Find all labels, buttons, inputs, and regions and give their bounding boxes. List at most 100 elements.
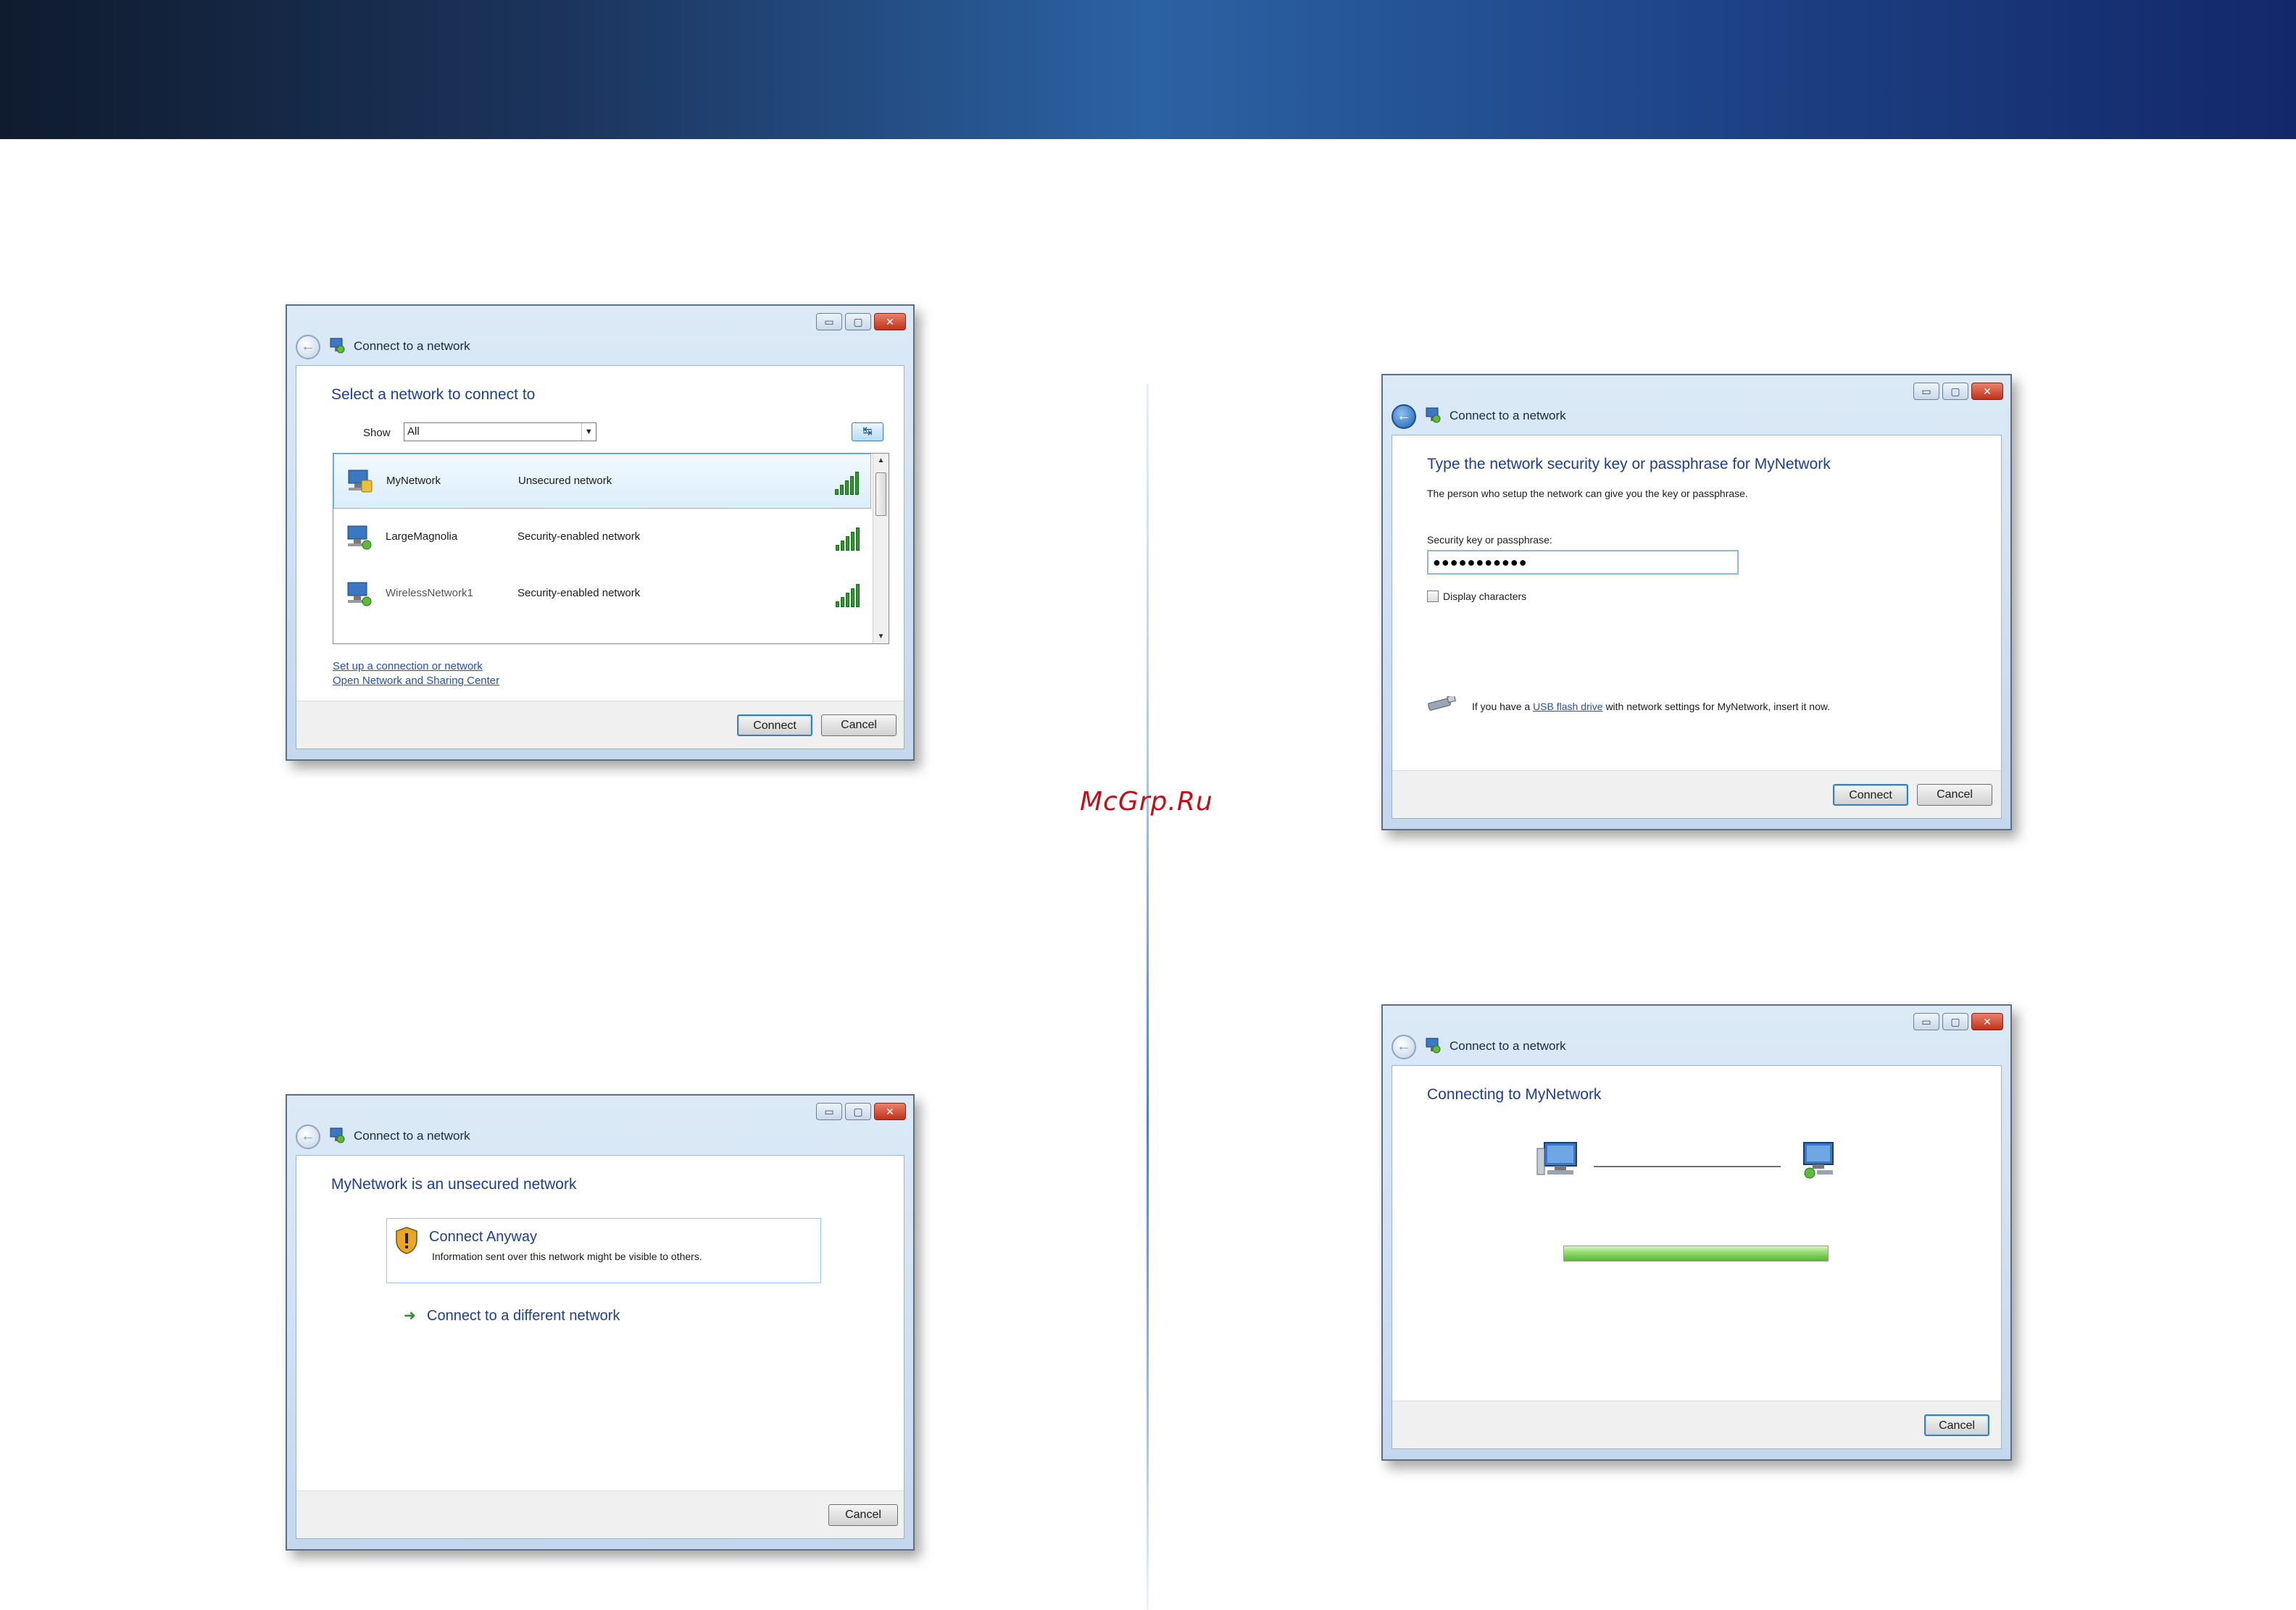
close-button[interactable]: ✕ (1971, 1013, 2003, 1030)
usb-text-before: If you have a (1472, 701, 1531, 712)
security-key-label: Security key or passphrase: (1427, 534, 1552, 546)
list-scrollbar[interactable]: ▲ ▼ (873, 454, 889, 643)
setup-connection-link[interactable]: Set up a connection or network (333, 660, 483, 672)
window-title: Connect to a network (354, 339, 470, 353)
instruction-text: The person who setup the network can giv… (1427, 488, 1748, 499)
top-banner (0, 0, 2296, 139)
list-item-network[interactable]: LargeMagnolia Security-enabled network (333, 510, 871, 565)
display-characters-checkbox[interactable] (1427, 591, 1439, 602)
window-client-area: Select a network to connect to Show All … (296, 365, 904, 749)
page-heading: Connecting to MyNetwork (1427, 1086, 1602, 1103)
network-connection-icon (348, 470, 373, 493)
minimize-button[interactable]: ▭ (816, 1103, 842, 1120)
back-arrow-icon[interactable]: ← (1392, 1035, 1416, 1059)
title-bar: ▭ ▢ ✕ ← Connect to a network (287, 1096, 913, 1155)
close-button[interactable]: ✕ (874, 1103, 906, 1120)
caption-buttons: ▭ ▢ ✕ (1913, 1013, 2003, 1030)
caption-buttons: ▭ ▢ ✕ (1913, 383, 2003, 400)
network-name: WirelessNetwork1 (386, 587, 473, 599)
network-security: Unsecured network (518, 475, 612, 487)
maximize-button[interactable]: ▢ (845, 313, 871, 330)
show-label: Show (363, 427, 391, 439)
title-bar: ▭ ▢ ✕ ← Connect to a network (1383, 1006, 2010, 1065)
show-dropdown-value: All (407, 425, 420, 438)
page-heading: MyNetwork is an unsecured network (331, 1176, 577, 1193)
cancel-button[interactable]: Cancel (828, 1504, 898, 1526)
cancel-button[interactable]: Cancel (1917, 784, 1992, 806)
page-heading: Select a network to connect to (331, 386, 536, 403)
network-name: LargeMagnolia (386, 530, 458, 543)
dialog-footer: Cancel (1392, 1401, 2001, 1448)
cancel-button[interactable]: Cancel (1924, 1414, 1989, 1436)
security-key-field[interactable]: ●●●●●●●●●●● (1427, 550, 1739, 575)
network-icon (1426, 1038, 1441, 1054)
cancel-button[interactable]: Cancel (821, 714, 897, 736)
network-icon (1426, 407, 1441, 423)
chevron-down-icon[interactable]: ▼ (581, 423, 596, 441)
connect-button[interactable]: Connect (737, 714, 812, 736)
security-shield-icon (396, 1227, 417, 1254)
close-button[interactable]: ✕ (1971, 383, 2003, 400)
title-bar: ▭ ▢ ✕ ← Connect to a network (1383, 375, 2010, 435)
network-connection-icon (347, 582, 372, 606)
back-arrow-icon[interactable]: ← (1392, 404, 1416, 429)
scroll-down-icon[interactable]: ▼ (873, 633, 889, 641)
list-item-network[interactable]: MyNetwork Unsecured network (333, 454, 871, 509)
connection-progress-bar (1563, 1246, 1829, 1261)
security-key-window: ▭ ▢ ✕ ← Connect to a network Type the ne… (1381, 374, 2012, 830)
network-connection-icon (1803, 1142, 1834, 1179)
usb-instruction: If you have a USB flash drive with netwo… (1472, 701, 1830, 712)
network-sharing-center-link[interactable]: Open Network and Sharing Center (333, 675, 499, 687)
minimize-button[interactable]: ▭ (816, 313, 842, 330)
minimize-button[interactable]: ▭ (1913, 383, 1939, 400)
connection-line (1594, 1166, 1781, 1167)
network-name: MyNetwork (386, 475, 441, 487)
connect-anyway-option[interactable]: Connect Anyway Information sent over thi… (386, 1218, 821, 1283)
connecting-window: ▭ ▢ ✕ ← Connect to a network Connecting … (1381, 1004, 2012, 1461)
dialog-footer: Connect Cancel (296, 701, 904, 748)
connect-anyway-title: Connect Anyway (429, 1229, 537, 1245)
window-title: Connect to a network (1449, 409, 1566, 422)
close-button[interactable]: ✕ (874, 313, 906, 330)
network-icon (330, 338, 345, 354)
connect-anyway-description: Information sent over this network might… (432, 1251, 702, 1262)
page-heading: Type the network security key or passphr… (1427, 456, 1831, 472)
connect-different-network-link[interactable]: Connect to a different network (427, 1308, 620, 1325)
scrollbar-thumb[interactable] (875, 472, 886, 516)
display-characters-label[interactable]: Display characters (1443, 591, 1526, 602)
connect-button[interactable]: Connect (1833, 784, 1908, 806)
window-client-area: Connecting to MyNetwork Cancel (1392, 1065, 2002, 1449)
usb-drive-icon (1428, 696, 1457, 711)
column-divider (1147, 384, 1149, 1610)
network-security: Security-enabled network (517, 587, 641, 599)
signal-strength-icon (835, 467, 859, 495)
dialog-footer: Connect Cancel (1392, 770, 2001, 818)
maximize-button[interactable]: ▢ (1942, 1013, 1968, 1030)
network-connection-icon (347, 525, 372, 550)
scroll-up-icon[interactable]: ▲ (873, 456, 889, 464)
signal-strength-icon (836, 580, 860, 607)
dialog-footer: Cancel (296, 1490, 904, 1538)
list-item-network[interactable]: WirelessNetwork1 Security-enabled networ… (333, 567, 871, 622)
caption-buttons: ▭ ▢ ✕ (816, 1103, 906, 1120)
watermark: McGrp.Ru (1080, 787, 1213, 817)
back-arrow-icon[interactable]: ← (296, 1125, 320, 1149)
usb-flash-drive-link[interactable]: USB flash drive (1533, 701, 1602, 712)
caption-buttons: ▭ ▢ ✕ (816, 313, 906, 330)
progress-fill (1564, 1246, 1828, 1261)
green-arrow-icon: ➜ (404, 1308, 416, 1324)
back-arrow-icon[interactable]: ← (296, 335, 320, 359)
network-icon (330, 1127, 345, 1143)
network-security: Security-enabled network (517, 530, 641, 543)
maximize-button[interactable]: ▢ (1942, 383, 1968, 400)
refresh-button[interactable]: ↹ (852, 422, 883, 441)
computer-icon (1536, 1142, 1577, 1175)
window-title: Connect to a network (354, 1129, 470, 1143)
minimize-button[interactable]: ▭ (1913, 1013, 1939, 1030)
window-title: Connect to a network (1449, 1039, 1566, 1053)
show-dropdown[interactable]: All ▼ (404, 422, 596, 441)
maximize-button[interactable]: ▢ (845, 1103, 871, 1120)
usb-text-after: with network settings for MyNetwork, ins… (1605, 701, 1831, 712)
network-list[interactable]: MyNetwork Unsecured network LargeMagnoli… (333, 453, 889, 644)
title-bar: ▭ ▢ ✕ ← Connect to a network (287, 306, 913, 365)
